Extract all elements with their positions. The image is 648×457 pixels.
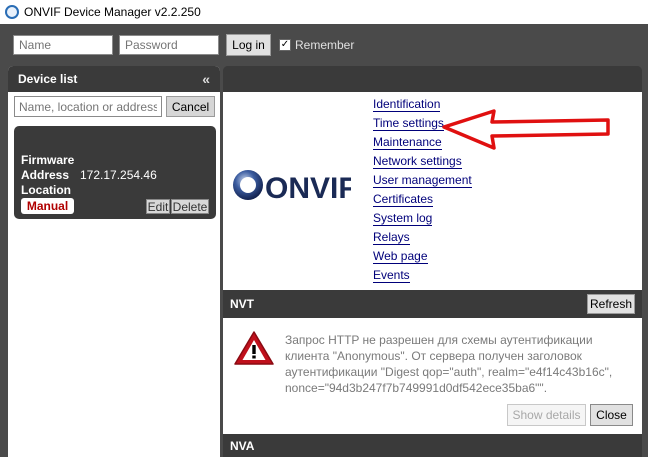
remember-checkbox[interactable]: ✓ [279, 39, 291, 51]
onvif-logo-icon: ONVIF [233, 170, 357, 205]
remember-label: Remember [295, 38, 355, 52]
nva-title: NVA [230, 439, 255, 453]
close-button[interactable]: Close [590, 404, 633, 426]
onvif-logo: ONVIF [231, 168, 357, 205]
nvt-title: NVT [230, 297, 254, 311]
window-title-bar: ONVIF Device Manager v2.2.250 [0, 0, 648, 24]
nvt-error-area: Запрос HTTP не разрешен для схемы аутент… [223, 318, 642, 434]
menu-link-user-management[interactable]: User management [373, 174, 472, 188]
delete-button[interactable]: Delete [171, 199, 209, 214]
address-label: Address [21, 168, 70, 182]
address-value: 172.17.254.46 [80, 168, 157, 182]
details-header [223, 66, 642, 92]
firmware-label: Firmware [21, 153, 75, 167]
menu-link-time-settings[interactable]: Time settings [373, 117, 444, 131]
remember-checkbox-wrap[interactable]: ✓ Remember [279, 38, 354, 52]
manual-badge: Manual [21, 198, 74, 214]
svg-text:ONVIF: ONVIF [265, 172, 351, 202]
device-list-header: Device list « [8, 66, 220, 92]
device-card[interactable]: Firmware Address 172.17.254.46 Location … [14, 126, 216, 219]
device-search-input[interactable] [14, 96, 162, 117]
menu-link-relays[interactable]: Relays [373, 231, 410, 245]
password-input[interactable] [119, 35, 219, 55]
refresh-button[interactable]: Refresh [587, 294, 635, 314]
login-button[interactable]: Log in [226, 34, 271, 56]
device-list-title: Device list [18, 72, 78, 86]
show-details-button[interactable]: Show details [507, 404, 586, 426]
nvt-header: NVT Refresh [223, 290, 642, 318]
name-input[interactable] [13, 35, 113, 55]
cancel-button[interactable]: Cancel [166, 96, 215, 117]
menu-link-network-settings[interactable]: Network settings [373, 155, 462, 169]
menu-link-identification[interactable]: Identification [373, 98, 441, 112]
device-list-panel: Device list « Cancel Firmware Address 17… [8, 66, 220, 457]
menu-link-web-page[interactable]: Web page [373, 250, 428, 264]
menu-link-certificates[interactable]: Certificates [373, 193, 434, 207]
annotation-arrow-icon [442, 109, 610, 150]
device-search-row: Cancel [14, 96, 216, 118]
edit-button[interactable]: Edit [146, 199, 170, 214]
menu-link-events[interactable]: Events [373, 269, 410, 283]
location-label: Location [21, 183, 71, 197]
collapse-chevron-icon[interactable]: « [202, 71, 210, 87]
warning-icon [234, 331, 274, 365]
menu-link-maintenance[interactable]: Maintenance [373, 136, 442, 150]
menu-link-system-log[interactable]: System log [373, 212, 433, 226]
window-title: ONVIF Device Manager v2.2.250 [24, 5, 201, 19]
app-logo-icon [5, 5, 19, 19]
error-message: Запрос HTTP не разрешен для схемы аутент… [285, 333, 613, 395]
nva-header: NVA [223, 434, 642, 457]
login-bar: Log in ✓ Remember [0, 24, 648, 66]
